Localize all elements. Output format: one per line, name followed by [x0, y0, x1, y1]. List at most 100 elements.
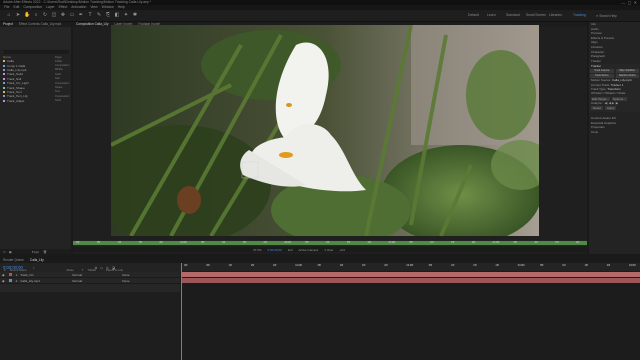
- workspace-default[interactable]: Default: [468, 13, 479, 17]
- pan-behind-tool-icon[interactable]: ✥: [60, 12, 66, 18]
- project-item-name: Comp 1 Calla: [7, 63, 26, 68]
- layer-label-color[interactable]: [8, 279, 12, 282]
- layer-duration-bar[interactable]: [181, 278, 640, 283]
- zoom-select[interactable]: 37.5%: [253, 248, 262, 252]
- tab-project[interactable]: Project: [0, 22, 16, 27]
- label-color-swatch: [3, 68, 5, 71]
- pen-tool-icon[interactable]: ✒: [78, 12, 84, 18]
- comp-ruler-tick: 02:00f: [284, 240, 291, 244]
- comp-ruler-tick: 15f: [555, 240, 559, 244]
- tab-effect-controls[interactable]: Effect Controls Calla_Lily.mp4: [16, 22, 64, 27]
- timeline-ruler-tick: 20f: [495, 263, 499, 267]
- apply-button[interactable]: Apply: [604, 105, 617, 111]
- current-time-indicator[interactable]: [181, 263, 182, 360]
- current-time[interactable]: 0;00;00;00: [268, 248, 282, 252]
- timeline-track-area[interactable]: 00f 05f 10f 15f 20f 01:00f 05f 10f 15f 20f 02:00f 0…: [181, 263, 640, 360]
- rotate-tool-icon[interactable]: ↻: [42, 12, 48, 18]
- label-color-swatch: [3, 73, 5, 76]
- layer-parent-select[interactable]: None: [122, 279, 129, 283]
- visibility-eye-icon[interactable]: ◉: [2, 273, 5, 277]
- timeline-ruler-tick: 10f: [339, 263, 344, 267]
- comp-ruler-tick: 20f: [367, 240, 371, 244]
- comp-ruler-tick: 04:00f: [492, 240, 500, 244]
- eraser-tool-icon[interactable]: ◧: [114, 12, 120, 18]
- label-color-swatch: [3, 95, 5, 98]
- selection-tool-icon[interactable]: ➤: [15, 12, 21, 18]
- project-item-type: Composition: [55, 64, 70, 68]
- bit-depth[interactable]: 8 bpc: [32, 250, 39, 254]
- track-motion-button[interactable]: Track Motion: [590, 74, 614, 78]
- panel-tools[interactable]: Tools: [591, 130, 640, 135]
- visibility-eye-icon[interactable]: ◉: [2, 279, 5, 283]
- project-item-type: Folder: [55, 59, 63, 63]
- track-camera-button[interactable]: Track Camera: [590, 69, 614, 74]
- search-help-field[interactable]: ⌕ Search Help: [596, 13, 636, 18]
- timeline-ruler-tick: 04:00f: [629, 263, 636, 267]
- layer-name[interactable]: Calla_Lily.mp4: [20, 279, 70, 283]
- layer-label-color[interactable]: [8, 273, 12, 276]
- layer-mode-select[interactable]: Normal: [72, 279, 92, 283]
- home-icon[interactable]: ⌂: [6, 12, 12, 18]
- reset-button[interactable]: Reset: [591, 105, 603, 111]
- search-icon: ⌕: [2, 50, 4, 54]
- current-track-select[interactable]: Tracker 1: [611, 83, 624, 87]
- composition-viewer-frame[interactable]: [111, 25, 539, 236]
- rectangle-tool-icon[interactable]: ▭: [69, 12, 75, 18]
- brush-tool-icon[interactable]: ✎: [96, 12, 102, 18]
- views-select[interactable]: 1 View: [324, 248, 333, 252]
- trash-icon[interactable]: 🗑: [43, 250, 47, 254]
- track-type-label: Track Type:: [591, 87, 607, 92]
- timeline-layer-row[interactable]: ◉ 2 Calla_Lily.mp4 Normal None: [0, 278, 180, 284]
- project-item-type: Solid: [55, 72, 61, 76]
- workspace-learn[interactable]: Learn: [487, 13, 496, 17]
- composition-footer: 37.5% 0;00;00;00 Full Active Camera 1 Vi…: [73, 247, 587, 252]
- motion-source-select[interactable]: Calla_Lily.mp4: [612, 78, 631, 82]
- project-item[interactable]: Track_Adjust Solid: [0, 99, 71, 103]
- timeline-ruler-tick: 15f: [362, 263, 366, 267]
- camera-select[interactable]: Active Camera: [299, 248, 319, 252]
- workspace-small-screen[interactable]: Small Screen: [526, 13, 546, 17]
- new-composition-icon[interactable]: ▣: [9, 250, 12, 254]
- timeline-ruler-tick: 15f: [473, 263, 477, 267]
- project-search-input[interactable]: ⌕: [2, 50, 69, 54]
- timeline-ruler-tick: 03:00f: [517, 263, 525, 267]
- label-color-swatch: [3, 64, 5, 67]
- workspace-standard[interactable]: Standard: [506, 13, 520, 17]
- comp-ruler-tick: 00f: [76, 240, 80, 244]
- exposure-value[interactable]: +0.0: [339, 248, 345, 252]
- comp-ruler-tick: 10f: [221, 240, 226, 244]
- label-color-swatch: [3, 90, 5, 93]
- warp-stabilizer-button[interactable]: Warp Stabilizer: [615, 69, 639, 74]
- layer-duration-bar[interactable]: [181, 272, 640, 277]
- tab-composition[interactable]: Composition Calla_Lily: [73, 22, 111, 27]
- track-type-select[interactable]: Transform: [607, 87, 621, 91]
- camera-tool-icon[interactable]: ◫: [51, 12, 57, 18]
- project-item-type: Text: [55, 90, 60, 94]
- right-panel-more: Content-Aware Fill Essential Graphics Prop…: [589, 116, 640, 134]
- panel-tracker[interactable]: Tracker: [591, 59, 640, 64]
- project-item-name: Calla: [7, 59, 14, 64]
- stabilize-motion-button[interactable]: Stabilize Motion: [615, 74, 639, 78]
- label-color-swatch: [3, 82, 5, 85]
- type-tool-icon[interactable]: T: [87, 12, 93, 18]
- workspace-tracking[interactable]: Tracking: [573, 13, 586, 17]
- zoom-tool-icon[interactable]: ⌕: [33, 12, 39, 18]
- project-item-name: Track_Text_Lily: [7, 94, 28, 99]
- comp-time-ruler[interactable]: 00f 05f 10f 15f 20f 01:00f 05f 10f 15f 20f 02:00f 0…: [73, 240, 587, 246]
- roto-brush-tool-icon[interactable]: ✦: [123, 12, 129, 18]
- timeline-ruler[interactable]: 00f 05f 10f 15f 20f 01:00f 05f 10f 15f 20f 02:00f 0…: [181, 263, 640, 271]
- workspace-libraries[interactable]: Libraries: [549, 13, 562, 17]
- hand-tool-icon[interactable]: ✋: [24, 12, 30, 18]
- puppet-pin-tool-icon[interactable]: ✱: [132, 12, 138, 18]
- layer-mode-select[interactable]: Normal: [72, 273, 92, 277]
- new-folder-icon[interactable]: ▭: [3, 250, 6, 254]
- resolution-select[interactable]: Full: [288, 248, 293, 252]
- project-item-type: Composition: [55, 94, 70, 98]
- reset-apply-row: Reset Apply: [591, 105, 640, 111]
- layer-parent-select[interactable]: None: [122, 273, 129, 277]
- clone-stamp-tool-icon[interactable]: ⎘: [105, 12, 111, 18]
- right-panel-tabs: Info Audio Preview Effects & Presets Align Li…: [589, 22, 640, 63]
- project-item-type: Solid: [55, 99, 61, 103]
- layer-name[interactable]: Track_CC: [20, 273, 70, 277]
- comp-ruler-tick: 10f: [534, 240, 538, 244]
